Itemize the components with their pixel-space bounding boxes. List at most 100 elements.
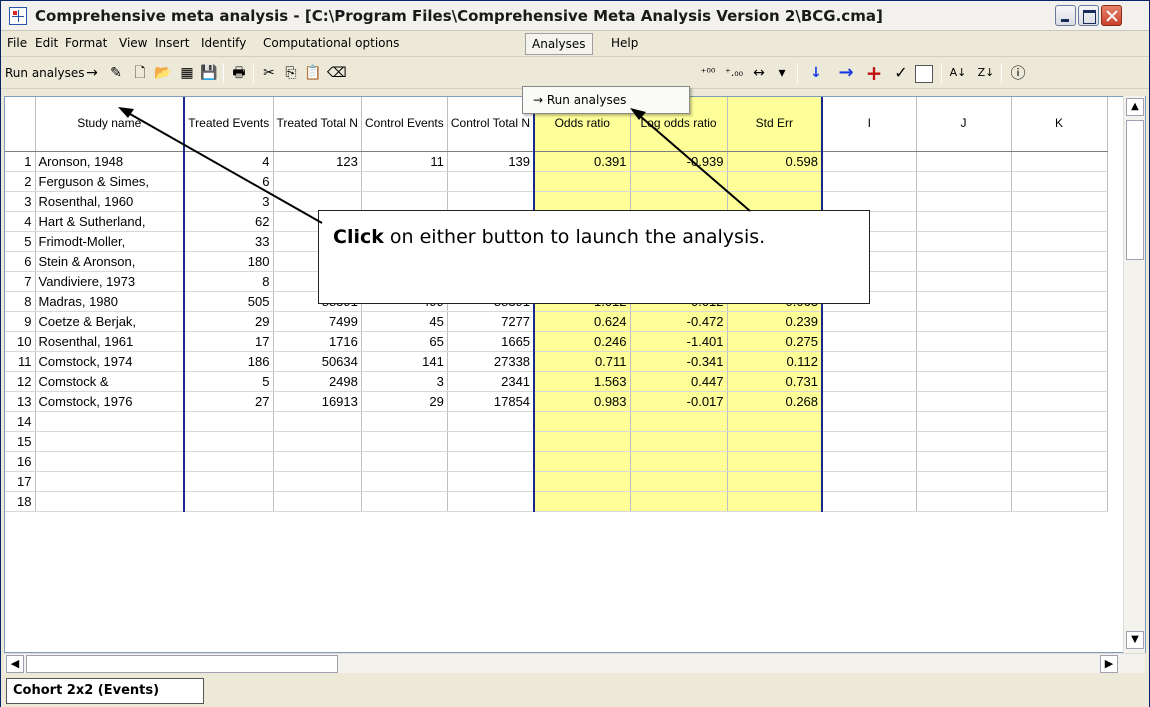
empty-cell[interactable] — [822, 451, 917, 472]
menu-format[interactable]: Format — [65, 36, 107, 50]
column-width-icon[interactable]: ↔ — [749, 63, 769, 83]
control-events-cell[interactable]: 11 — [361, 151, 448, 172]
control-events-cell[interactable] — [361, 431, 448, 452]
empty-cell[interactable] — [916, 311, 1012, 332]
empty-cell[interactable] — [916, 251, 1012, 272]
move-right-icon[interactable]: → — [835, 63, 857, 83]
empty-cell[interactable] — [1011, 311, 1108, 332]
empty-cell[interactable] — [916, 331, 1012, 352]
treated-total-cell[interactable] — [273, 411, 362, 432]
empty-cell[interactable] — [916, 411, 1012, 432]
treated-total-cell[interactable] — [273, 171, 362, 192]
log-odds-ratio-cell[interactable]: -1.401 — [630, 331, 728, 352]
study-name-cell[interactable] — [35, 491, 185, 512]
treated-events-cell[interactable]: 505 — [183, 291, 274, 312]
study-name-cell[interactable] — [35, 451, 185, 472]
log-odds-ratio-cell[interactable]: 0.447 — [630, 371, 728, 392]
study-name-cell[interactable]: Aronson, 1948 — [35, 151, 185, 172]
log-odds-ratio-cell[interactable] — [630, 431, 728, 452]
treated-events-cell[interactable]: 27 — [183, 391, 274, 412]
empty-cell[interactable] — [1011, 371, 1108, 392]
run-analyses-button[interactable]: Run analyses — [5, 63, 84, 83]
row-number[interactable]: 15 — [5, 431, 36, 452]
minimize-button[interactable] — [1055, 5, 1076, 26]
treated-total-cell[interactable]: 123 — [273, 151, 362, 172]
control-events-cell[interactable] — [361, 491, 448, 512]
column-header[interactable]: Std Err — [727, 97, 824, 152]
study-name-cell[interactable]: Vandiviere, 1973 — [35, 271, 185, 292]
dropdown-arrow-icon[interactable]: ▾ — [773, 63, 791, 83]
menu-computational-options[interactable]: Computational options — [263, 36, 399, 50]
table-row[interactable]: 13 Comstock, 1976 27 16913 29 17854 0.983 -0.01… — [5, 391, 1108, 412]
new-file-icon[interactable]: 🗋 — [131, 63, 149, 83]
row-number[interactable]: 12 — [5, 371, 36, 392]
treated-events-cell[interactable] — [183, 471, 274, 492]
menu-identify[interactable]: Identify — [201, 36, 246, 50]
save-icon[interactable]: 💾 — [199, 63, 219, 83]
empty-cell[interactable] — [916, 391, 1012, 412]
empty-cell[interactable] — [1011, 351, 1108, 372]
checkmark-icon[interactable]: ✓ — [891, 63, 911, 83]
control-total-cell[interactable] — [447, 171, 536, 192]
control-total-cell[interactable]: 27338 — [447, 351, 536, 372]
treated-events-cell[interactable]: 62 — [183, 211, 274, 232]
empty-cell[interactable] — [916, 291, 1012, 312]
empty-cell[interactable] — [916, 471, 1012, 492]
treated-total-cell[interactable] — [273, 191, 362, 212]
menu-help[interactable]: Help — [611, 36, 638, 50]
control-events-cell[interactable] — [361, 191, 448, 212]
log-odds-ratio-cell[interactable]: -0.939 — [630, 151, 728, 172]
std-err-cell[interactable]: 0.268 — [727, 391, 824, 412]
treated-total-cell[interactable]: 50634 — [273, 351, 362, 372]
empty-cell[interactable] — [1011, 171, 1108, 192]
treated-events-cell[interactable] — [183, 491, 274, 512]
empty-checkbox-icon[interactable] — [915, 65, 933, 83]
std-err-cell[interactable] — [727, 491, 824, 512]
control-events-cell[interactable] — [361, 171, 448, 192]
column-header[interactable]: I — [822, 97, 917, 152]
row-number[interactable]: 5 — [5, 231, 36, 252]
std-err-cell[interactable] — [727, 411, 824, 432]
row-number[interactable]: 14 — [5, 411, 36, 432]
log-odds-ratio-cell[interactable]: -0.472 — [630, 311, 728, 332]
empty-cell[interactable] — [1011, 151, 1108, 172]
table-row[interactable]: 2 Ferguson & Simes, 6 — [5, 171, 1108, 192]
study-name-cell[interactable]: Stein & Aronson, — [35, 251, 185, 272]
table-row[interactable]: 9 Coetze & Berjak, 29 7499 45 7277 0.624 -0.472… — [5, 311, 1108, 332]
empty-cell[interactable] — [916, 451, 1012, 472]
study-name-cell[interactable]: Comstock, 1976 — [35, 391, 185, 412]
empty-cell[interactable] — [822, 431, 917, 452]
empty-cell[interactable] — [1011, 331, 1108, 352]
control-events-cell[interactable]: 65 — [361, 331, 448, 352]
empty-cell[interactable] — [822, 491, 917, 512]
empty-cell[interactable] — [916, 191, 1012, 212]
empty-cell[interactable] — [1011, 211, 1108, 232]
odds-ratio-cell[interactable] — [534, 491, 631, 512]
treated-events-cell[interactable]: 186 — [183, 351, 274, 372]
row-number[interactable]: 7 — [5, 271, 36, 292]
odds-ratio-cell[interactable] — [534, 471, 631, 492]
std-err-cell[interactable]: 0.598 — [727, 151, 824, 172]
decrease-decimals-icon[interactable]: ⁺.₀₀ — [723, 63, 745, 83]
empty-cell[interactable] — [1011, 411, 1108, 432]
empty-cell[interactable] — [916, 171, 1012, 192]
scroll-left-icon[interactable]: ◀ — [6, 655, 24, 673]
empty-cell[interactable] — [916, 491, 1012, 512]
study-name-cell[interactable]: Frimodt-Moller, — [35, 231, 185, 252]
study-name-cell[interactable] — [35, 471, 185, 492]
table-row[interactable]: 11 Comstock, 1974 186 50634 141 27338 0.711 -0.… — [5, 351, 1108, 372]
column-header[interactable]: Study name — [35, 97, 185, 152]
treated-total-cell[interactable] — [273, 451, 362, 472]
log-odds-ratio-cell[interactable] — [630, 451, 728, 472]
table-row[interactable]: 3 Rosenthal, 1960 3 — [5, 191, 1108, 212]
control-total-cell[interactable] — [447, 451, 536, 472]
log-odds-ratio-cell[interactable] — [630, 191, 728, 212]
log-odds-ratio-cell[interactable] — [630, 411, 728, 432]
horizontal-scrollbar[interactable]: ◀ ▶ — [4, 653, 1145, 673]
table-row[interactable]: 1 Aronson, 1948 4 123 11 139 0.391 -0.939 0.598 — [5, 151, 1108, 172]
corner-cell[interactable] — [5, 97, 36, 152]
odds-ratio-cell[interactable]: 0.624 — [534, 311, 631, 332]
run-arrow-icon[interactable]: → — [83, 63, 101, 83]
empty-cell[interactable] — [1011, 391, 1108, 412]
sort-descending-icon[interactable]: Z↓ — [975, 63, 997, 83]
